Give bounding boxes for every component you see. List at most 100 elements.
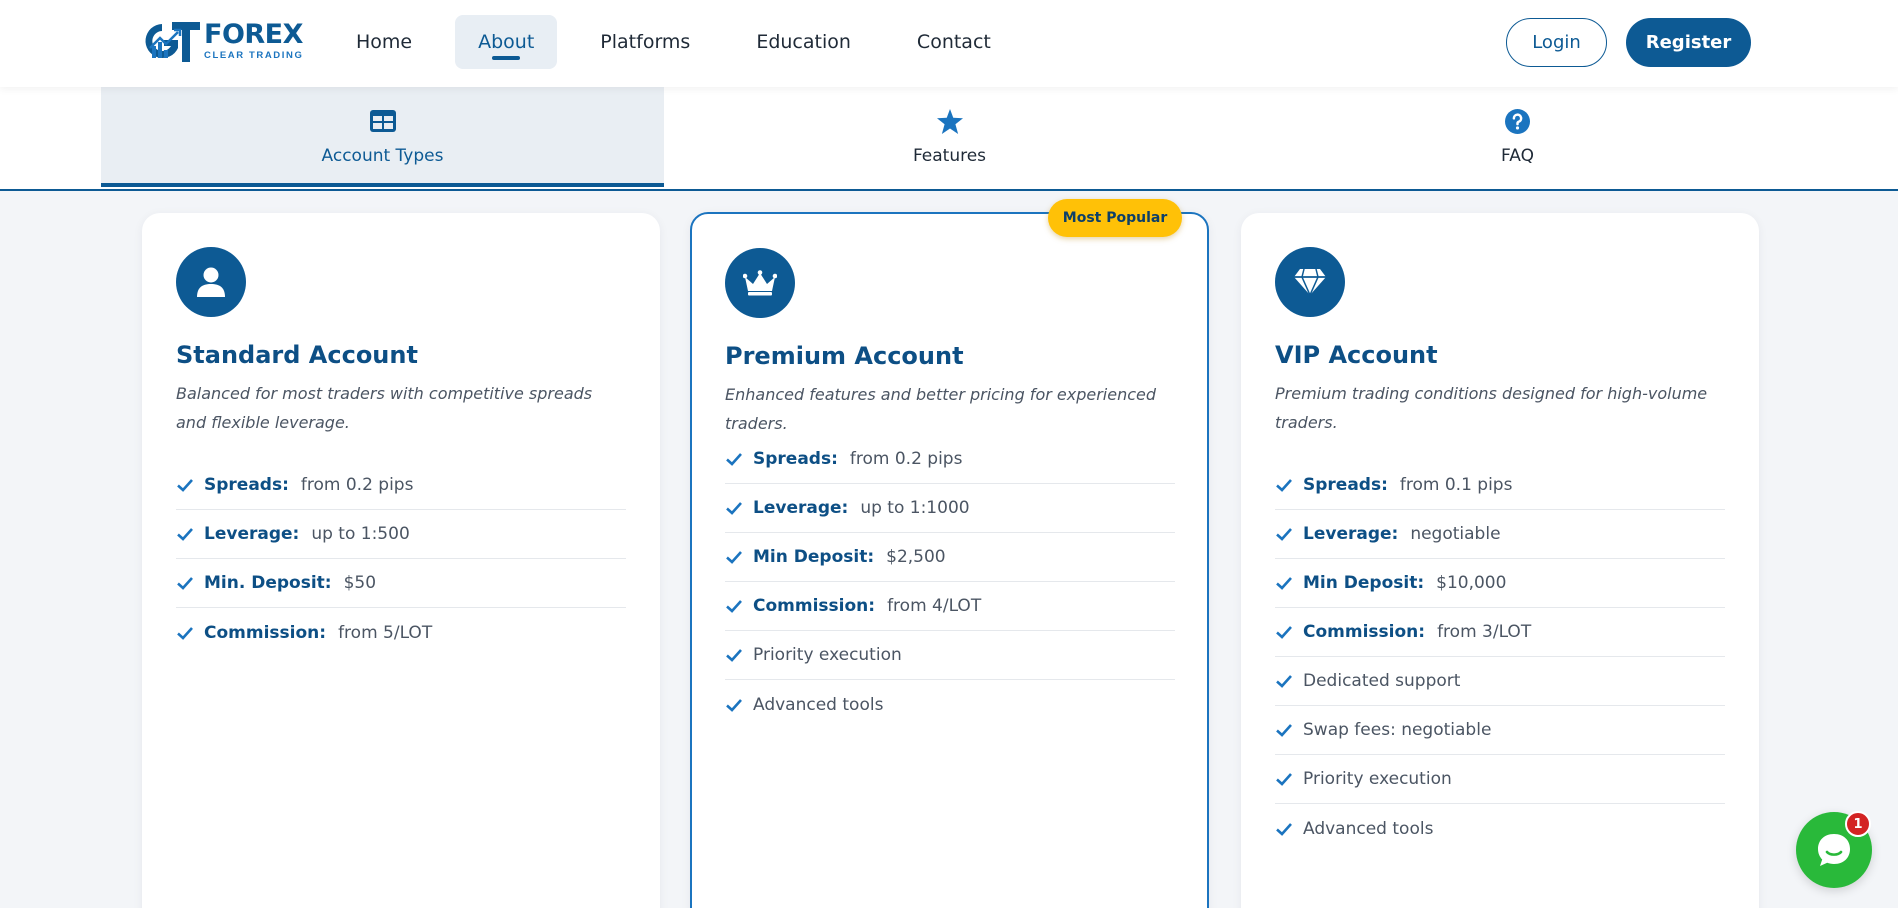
feature-value: $50 — [343, 573, 377, 593]
card-title: VIP Account — [1275, 341, 1438, 369]
feature-value: from 0.2 pips — [849, 449, 963, 469]
card-description: Enhanced features and better pricing for… — [725, 385, 1157, 433]
table-icon — [369, 107, 397, 135]
feature-item: Priority execution — [725, 631, 1175, 680]
feature-item: Priority execution — [1275, 755, 1725, 804]
site-header: FOREX CLEAR TRADING Home About Platforms… — [0, 0, 1898, 87]
feature-label: Commission: — [753, 596, 876, 616]
nav-education[interactable]: Education — [733, 15, 874, 69]
tab-account-types[interactable]: Account Types — [101, 87, 664, 187]
feature-value: $10,000 — [1436, 573, 1507, 593]
check-icon — [177, 479, 193, 492]
nav-about[interactable]: About — [455, 15, 558, 69]
brand-name: FOREX — [204, 19, 303, 51]
check-icon — [726, 453, 742, 466]
feature-text: Advanced tools — [753, 694, 884, 715]
feature-item: Spreads: from 0.2 pips — [176, 461, 626, 510]
login-button[interactable]: Login — [1506, 18, 1607, 67]
feature-label: Min Deposit: — [753, 547, 875, 567]
feature-value: from 0.1 pips — [1399, 475, 1513, 495]
feature-label: Spreads: — [753, 449, 838, 469]
feature-value: $2,500 — [886, 547, 946, 567]
account-card-vip: VIP Account Premium trading conditions d… — [1241, 213, 1759, 908]
about-tabs: Account Types Features FAQ — [0, 87, 1898, 191]
check-icon — [1276, 773, 1292, 786]
feature-item: Advanced tools — [725, 680, 1175, 729]
tab-faq[interactable]: FAQ — [1236, 87, 1799, 187]
feature-value: from 4/LOT — [887, 596, 982, 616]
feature-item: Leverage: negotiable — [1275, 510, 1725, 559]
feature-text: Priority execution — [753, 645, 902, 665]
feature-list: Spreads: from 0.2 pips Leverage: up to 1… — [725, 435, 1175, 729]
question-circle-icon — [1504, 107, 1532, 135]
card-title: Premium Account — [725, 342, 964, 370]
check-icon — [726, 502, 742, 515]
crown-icon — [725, 248, 795, 318]
feature-text: Advanced tools — [1303, 818, 1434, 839]
feature-value: negotiable — [1410, 524, 1501, 544]
check-icon — [1276, 479, 1292, 492]
check-icon — [1276, 724, 1292, 737]
most-popular-badge: Most Popular — [1048, 199, 1182, 237]
check-icon — [177, 626, 193, 640]
feature-label: Min Deposit: — [1303, 573, 1425, 593]
feature-value: from 3/LOT — [1437, 622, 1532, 642]
check-icon — [726, 600, 742, 613]
feature-item: Leverage: up to 1:500 — [176, 510, 626, 559]
check-icon — [1276, 626, 1292, 639]
feature-item: Dedicated support — [1275, 657, 1725, 706]
feature-label: Min. Deposit: — [204, 573, 332, 593]
register-button[interactable]: Register — [1626, 18, 1751, 67]
nav-contact[interactable]: Contact — [894, 15, 1014, 69]
card-title: Standard Account — [176, 341, 418, 369]
tab-label: Account Types — [321, 146, 444, 166]
feature-item: Spreads: from 0.1 pips — [1275, 461, 1725, 510]
feature-label: Leverage: — [204, 524, 300, 544]
feature-item: Swap fees: negotiable — [1275, 706, 1725, 755]
feature-value: from 5/LOT — [338, 622, 433, 643]
feature-item: Commission: from 3/LOT — [1275, 608, 1725, 657]
feature-item: Min Deposit: $10,000 — [1275, 559, 1725, 608]
feature-list: Spreads: from 0.2 pips Leverage: up to 1… — [176, 461, 626, 657]
feature-value: up to 1:1000 — [860, 498, 970, 518]
check-icon — [726, 649, 742, 662]
check-icon — [726, 698, 742, 712]
nav-home[interactable]: Home — [333, 15, 435, 69]
feature-item: Min. Deposit: $50 — [176, 559, 626, 608]
nav-platforms[interactable]: Platforms — [577, 15, 713, 69]
feature-label: Spreads: — [1303, 475, 1388, 495]
check-icon — [177, 577, 193, 590]
feature-list: Spreads: from 0.1 pips Leverage: negotia… — [1275, 461, 1725, 853]
check-icon — [177, 528, 193, 541]
tab-label: FAQ — [1501, 146, 1534, 166]
diamond-icon — [1275, 247, 1345, 317]
chat-unread-badge: 1 — [1845, 811, 1871, 837]
feature-item: Advanced tools — [1275, 804, 1725, 853]
tab-features[interactable]: Features — [668, 87, 1231, 187]
star-icon — [936, 107, 964, 135]
check-icon — [1276, 822, 1292, 836]
brand-tagline: CLEAR TRADING — [204, 50, 304, 62]
feature-item: Spreads: from 0.2 pips — [725, 435, 1175, 484]
main-nav: Home About Platforms Education Contact — [333, 15, 1034, 69]
feature-text: Priority execution — [1303, 769, 1452, 789]
feature-label: Spreads: — [204, 475, 289, 495]
check-icon — [1276, 528, 1292, 541]
feature-item: Leverage: up to 1:1000 — [725, 484, 1175, 533]
account-card-premium: Premium Account Enhanced features and be… — [690, 212, 1209, 908]
feature-label: Commission: — [1303, 622, 1426, 642]
card-description: Premium trading conditions designed for … — [1275, 384, 1708, 432]
feature-label: Commission: — [204, 622, 327, 643]
user-icon — [176, 247, 246, 317]
account-card-standard: Standard Account Balanced for most trade… — [142, 213, 660, 908]
tab-label: Features — [912, 146, 987, 166]
feature-label: Leverage: — [1303, 524, 1399, 544]
feature-label: Leverage: — [753, 498, 849, 518]
check-icon — [1276, 675, 1292, 688]
feature-item: Min Deposit: $2,500 — [725, 533, 1175, 582]
check-icon — [1276, 577, 1292, 590]
check-icon — [726, 551, 742, 564]
brand-logo[interactable]: FOREX CLEAR TRADING — [140, 18, 303, 64]
feature-text: Dedicated support — [1303, 671, 1461, 691]
feature-item: Commission: from 4/LOT — [725, 582, 1175, 631]
